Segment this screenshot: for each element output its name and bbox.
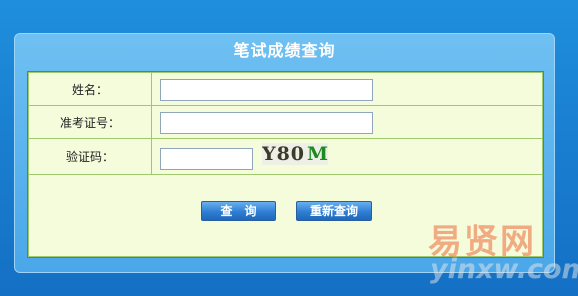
captcha-text-accent: M — [307, 143, 328, 165]
name-label: 姓名： — [28, 72, 152, 106]
captcha-row: 验证码： Y80 M — [28, 138, 543, 175]
panel-title: 笔试成绩查询 — [233, 41, 336, 60]
captcha-input[interactable] — [160, 148, 253, 170]
name-row: 姓名： — [28, 72, 543, 106]
ticket-field-cell — [151, 105, 543, 139]
captcha-text-main: Y80 — [262, 143, 306, 165]
ticket-number-label: 准考证号： — [28, 105, 152, 139]
ticket-number-input[interactable] — [160, 112, 373, 134]
query-form: 姓名： 准考证号： 验证码： Y80 M — [28, 72, 543, 175]
ticket-row: 准考证号： — [28, 105, 543, 139]
watermark-text-en: yinxw.com — [430, 254, 578, 285]
name-field-cell — [151, 72, 543, 106]
name-input[interactable] — [160, 79, 373, 101]
captcha-field-cell: Y80 M — [151, 138, 543, 175]
captcha-image[interactable]: Y80 M — [262, 143, 328, 165]
watermark-logo: 易贤网 yinxw.com — [428, 214, 578, 296]
captcha-label: 验证码： — [28, 138, 152, 175]
query-button[interactable]: 查 询 — [201, 201, 276, 221]
reset-query-button[interactable]: 重新查询 — [296, 201, 372, 221]
